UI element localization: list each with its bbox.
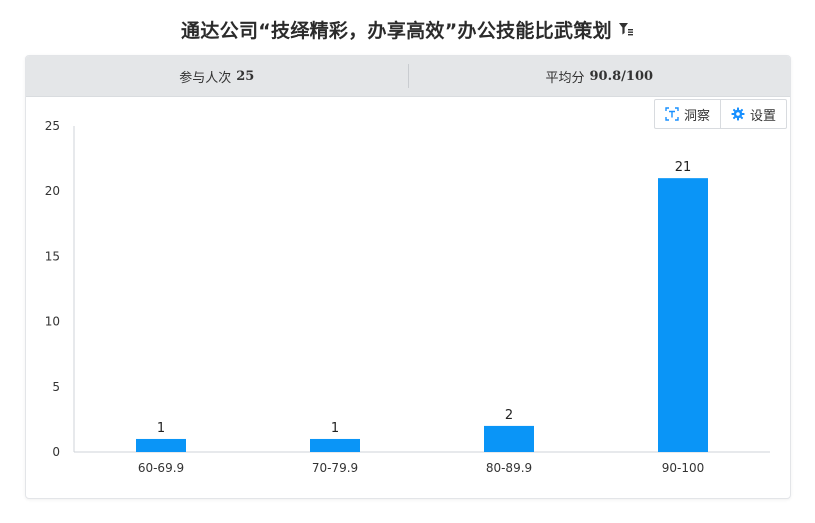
insight-label: 洞察: [683, 108, 710, 124]
y-tick-label: 25: [45, 119, 60, 133]
settings-label: 设置: [749, 108, 776, 124]
chart-card: 参与人次 25 平均分 90.8/100 0 5 10 15 20 25 1 60-69.9 1…: [25, 55, 791, 499]
x-tick-label: 70-79.9: [312, 461, 358, 475]
bar-data-label: 2: [505, 408, 513, 423]
bar-data-label: 1: [331, 421, 339, 436]
y-tick-label: 20: [45, 184, 60, 198]
text-scan-icon: [665, 107, 679, 121]
page-title: 通达公司“技绎精彩，办享高效”办公技能比武策划: [181, 19, 612, 42]
x-tick-label: 60-69.9: [138, 461, 184, 475]
y-tick-label: 0: [52, 445, 60, 459]
settings-button[interactable]: 设置: [719, 100, 786, 128]
y-tick-label: 15: [45, 249, 60, 263]
bar-90-100: [658, 178, 708, 452]
title-row: 通达公司“技绎精彩，办享高效”办公技能比武策划: [0, 14, 815, 44]
x-tick-label: 90-100: [662, 461, 705, 475]
x-tick-label: 80-89.9: [486, 461, 532, 475]
y-tick-label: 10: [45, 315, 60, 329]
bar-70-79.9: [310, 438, 360, 452]
bar-data-label: 1: [157, 421, 165, 436]
bar-data-label: 21: [675, 160, 692, 175]
filter-list-icon[interactable]: [618, 21, 634, 37]
bar-60-69.9: [136, 438, 186, 452]
bar-80-89.9: [484, 425, 534, 452]
gear-icon: [731, 107, 745, 121]
insight-button[interactable]: 洞察: [655, 100, 720, 128]
y-tick-label: 5: [52, 380, 60, 394]
chart-toolbar: 洞察 设置: [653, 99, 787, 129]
